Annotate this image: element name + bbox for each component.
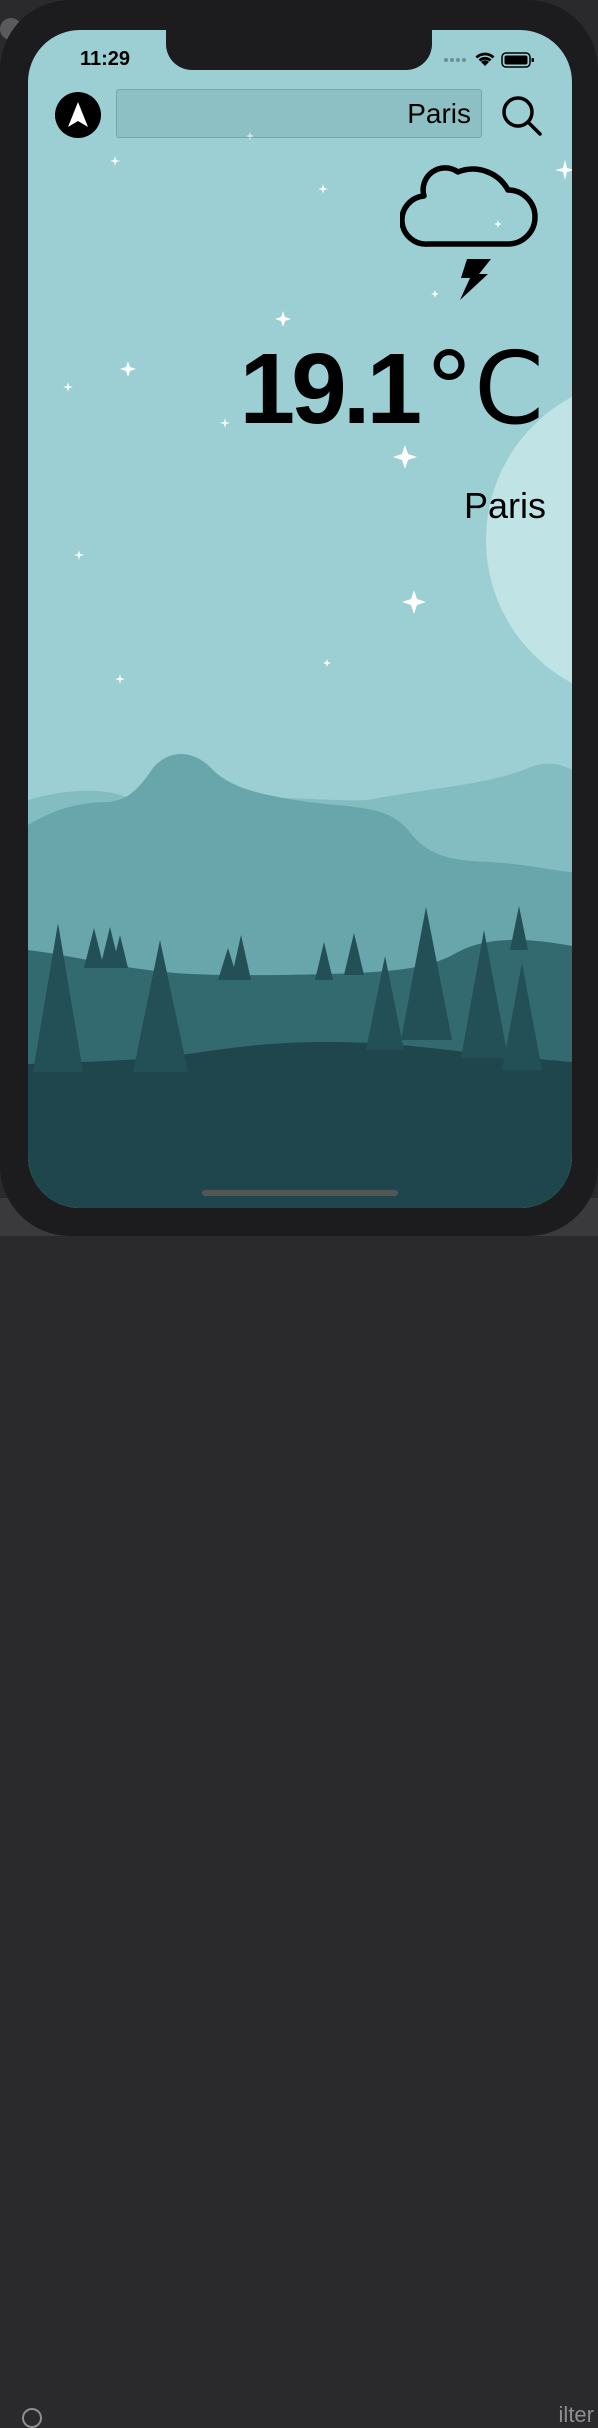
star bbox=[393, 445, 417, 469]
search-icon bbox=[502, 96, 542, 136]
cellular-signal-icon bbox=[444, 58, 466, 62]
phone-frame: 11:29 Paris 19.1 °C Paris bbox=[0, 0, 598, 1236]
star bbox=[402, 590, 426, 614]
battery-icon bbox=[501, 52, 534, 68]
weather-screen: 11:29 Paris 19.1 °C Paris bbox=[28, 30, 572, 1208]
star bbox=[318, 184, 328, 194]
city-name: Paris bbox=[463, 485, 546, 526]
star bbox=[115, 674, 125, 684]
thunderstorm-icon bbox=[400, 165, 538, 300]
star bbox=[220, 418, 230, 428]
home-indicator bbox=[202, 1190, 398, 1196]
locate-button[interactable] bbox=[55, 92, 101, 138]
background-circle-icon bbox=[22, 2408, 42, 2428]
search-input[interactable] bbox=[117, 90, 481, 137]
star bbox=[323, 659, 331, 667]
temperature-display: 19.1 °C bbox=[240, 330, 544, 447]
temperature-unit: °C bbox=[424, 330, 544, 447]
star bbox=[63, 382, 73, 392]
star bbox=[275, 311, 291, 327]
search-button[interactable] bbox=[498, 92, 546, 140]
search-field[interactable] bbox=[116, 89, 482, 138]
status-time: 11:29 bbox=[80, 48, 131, 70]
temperature-value: 19.1 bbox=[239, 333, 423, 445]
star bbox=[74, 550, 84, 560]
background-filter-label: ilter bbox=[558, 2402, 594, 2427]
star bbox=[110, 156, 120, 166]
location-arrow-icon bbox=[68, 102, 88, 127]
status-icons bbox=[442, 50, 536, 75]
notch bbox=[166, 30, 432, 70]
star bbox=[120, 361, 136, 377]
wifi-icon bbox=[475, 52, 495, 66]
star bbox=[555, 160, 572, 180]
